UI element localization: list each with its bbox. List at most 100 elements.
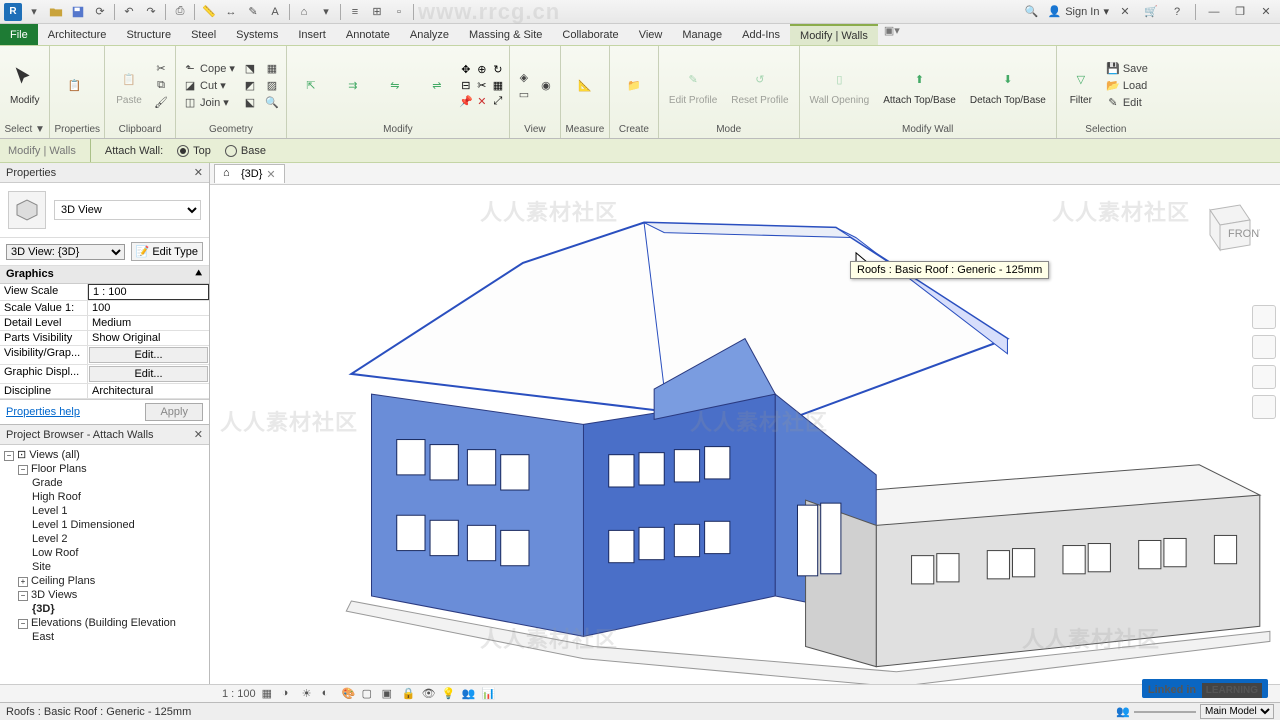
- apply-button[interactable]: Apply: [145, 403, 203, 421]
- tab-collaborate[interactable]: Collaborate: [552, 24, 628, 45]
- view-cube[interactable]: FRONT: [1190, 195, 1260, 265]
- properties-button[interactable]: 📋: [54, 70, 94, 102]
- tree-elevations[interactable]: −Elevations (Building Elevation: [4, 616, 205, 630]
- reset-profile-button[interactable]: ↺Reset Profile: [725, 63, 794, 108]
- trim-icon[interactable]: ⊟: [459, 79, 473, 93]
- help-icon[interactable]: ?: [1167, 2, 1187, 22]
- type-selector[interactable]: 3D View: [54, 200, 201, 220]
- cut-clip-button[interactable]: ✂: [151, 61, 171, 77]
- 3d-canvas[interactable]: Roofs : Basic Roof : Generic - 125mm FRO…: [210, 185, 1280, 684]
- copy-tool-icon[interactable]: ⊕: [475, 63, 489, 77]
- offset-button[interactable]: ⇉: [333, 70, 373, 102]
- tree-fp-item[interactable]: Grade: [4, 476, 205, 490]
- tab-insert[interactable]: Insert: [288, 24, 336, 45]
- prop-row[interactable]: View Scale1 : 100: [0, 284, 209, 301]
- tab-manage[interactable]: Manage: [672, 24, 732, 45]
- align-button[interactable]: ⇱: [291, 70, 331, 102]
- rotate-icon[interactable]: ↻: [491, 63, 505, 77]
- measure-icon[interactable]: 📏: [199, 2, 219, 22]
- modify-button[interactable]: Modify: [4, 63, 45, 108]
- text-icon[interactable]: A: [265, 2, 285, 22]
- search-icon[interactable]: 🔍: [1022, 2, 1042, 22]
- model-selector[interactable]: Main Model: [1200, 704, 1274, 719]
- edit-sel-button[interactable]: ✎Edit: [1103, 95, 1151, 111]
- signin-button[interactable]: 👤Sign In▾: [1048, 5, 1109, 18]
- tree-3d-views[interactable]: −3D Views: [4, 588, 205, 602]
- prop-row[interactable]: Parts VisibilityShow Original: [0, 331, 209, 346]
- filter-button[interactable]: ▽Filter: [1061, 63, 1101, 108]
- detail-level-icon[interactable]: ▦: [262, 687, 276, 701]
- shadows-icon[interactable]: ◐: [322, 687, 336, 701]
- tree-elev-item[interactable]: East: [4, 630, 205, 644]
- panel-select-label[interactable]: Select ▼: [4, 123, 45, 136]
- prop-row[interactable]: Detail LevelMedium: [0, 316, 209, 331]
- nav-wheel-icon[interactable]: [1252, 305, 1276, 329]
- load-sel-button[interactable]: 📂Load: [1103, 78, 1151, 94]
- default3d-icon[interactable]: ⌂: [294, 2, 314, 22]
- nav-pan-icon[interactable]: [1252, 335, 1276, 359]
- tab-analyze[interactable]: Analyze: [400, 24, 459, 45]
- tree-ceiling-plans[interactable]: +Ceiling Plans: [4, 574, 205, 588]
- tab-view[interactable]: View: [629, 24, 673, 45]
- tree-fp-item[interactable]: Level 1 Dimensioned: [4, 518, 205, 532]
- tree-3d-item[interactable]: {3D}: [4, 602, 205, 616]
- section-icon[interactable]: ▾: [316, 2, 336, 22]
- attach-button[interactable]: ⬆Attach Top/Base: [877, 63, 962, 108]
- tag-icon[interactable]: ✎: [243, 2, 263, 22]
- tree-fp-item[interactable]: High Roof: [4, 490, 205, 504]
- reveal-icon[interactable]: 💡: [442, 687, 456, 701]
- create-button[interactable]: 📁: [614, 70, 654, 102]
- restore-icon[interactable]: ❐: [1230, 2, 1250, 22]
- edit-profile-button[interactable]: ✎Edit Profile: [663, 63, 723, 108]
- tab-massing[interactable]: Massing & Site: [459, 24, 552, 45]
- match-button[interactable]: 🖌: [151, 95, 171, 111]
- print-icon[interactable]: ⎙: [170, 2, 190, 22]
- sync-icon[interactable]: ⟳: [90, 2, 110, 22]
- view-tab-close-icon[interactable]: ✕: [266, 168, 275, 181]
- view-tool-3[interactable]: ◉: [536, 78, 556, 94]
- instance-selector[interactable]: 3D View: {3D}: [6, 244, 125, 260]
- scale-label[interactable]: 1 : 100: [222, 688, 256, 700]
- tab-architecture[interactable]: Architecture: [38, 24, 117, 45]
- open-icon[interactable]: [46, 2, 66, 22]
- copy-clip-button[interactable]: ⧉: [151, 78, 171, 94]
- tab-finish-icon[interactable]: ▣▾: [878, 24, 906, 45]
- dimension-icon[interactable]: ↔: [221, 2, 241, 22]
- tab-annotate[interactable]: Annotate: [336, 24, 400, 45]
- redo-icon[interactable]: ↷: [141, 2, 161, 22]
- properties-close-icon[interactable]: ✕: [194, 166, 203, 179]
- graphics-section-header[interactable]: Graphics⯅: [0, 266, 209, 284]
- rendering-icon[interactable]: 🎨: [342, 687, 356, 701]
- properties-help-link[interactable]: Properties help: [6, 406, 80, 418]
- scale-icon[interactable]: ⤢: [491, 95, 505, 109]
- qat-menu-icon[interactable]: ▾: [24, 2, 44, 22]
- minimize-icon[interactable]: —: [1204, 2, 1224, 22]
- pin-icon[interactable]: 📌: [459, 95, 473, 109]
- geom-tool-3[interactable]: ⬕: [240, 95, 260, 111]
- edit-type-button[interactable]: 📝Edit Type: [131, 242, 203, 261]
- tab-modify-walls[interactable]: Modify | Walls: [790, 24, 878, 45]
- radio-base[interactable]: Base: [225, 145, 266, 157]
- worksharing-icon[interactable]: 👥: [462, 687, 476, 701]
- temp-hide-icon[interactable]: 👁: [422, 687, 436, 701]
- tab-file[interactable]: File: [0, 24, 38, 45]
- browser-close-icon[interactable]: ✕: [194, 428, 203, 441]
- undo-icon[interactable]: ↶: [119, 2, 139, 22]
- tree-fp-item[interactable]: Low Roof: [4, 546, 205, 560]
- lock-icon[interactable]: 🔒: [402, 687, 416, 701]
- prop-row[interactable]: DisciplineArchitectural: [0, 384, 209, 399]
- delete-icon[interactable]: ✕: [475, 95, 489, 109]
- detach-button[interactable]: ⬇Detach Top/Base: [964, 63, 1052, 108]
- sun-path-icon[interactable]: ☀: [302, 687, 316, 701]
- mirror-axis-button[interactable]: ⇋: [375, 70, 415, 102]
- measure-button[interactable]: 📐: [565, 70, 605, 102]
- workset-field[interactable]: [1134, 711, 1196, 713]
- tab-structure[interactable]: Structure: [116, 24, 181, 45]
- worksets-icon[interactable]: 👥: [1116, 705, 1130, 718]
- wall-opening-button[interactable]: ▯Wall Opening: [804, 63, 876, 108]
- visual-style-icon[interactable]: ◑: [282, 687, 296, 701]
- view-tool-1[interactable]: ◈: [514, 69, 534, 85]
- move-icon[interactable]: ✥: [459, 63, 473, 77]
- geom-tool-5[interactable]: ▨: [262, 78, 282, 94]
- tree-fp-item[interactable]: Site: [4, 560, 205, 574]
